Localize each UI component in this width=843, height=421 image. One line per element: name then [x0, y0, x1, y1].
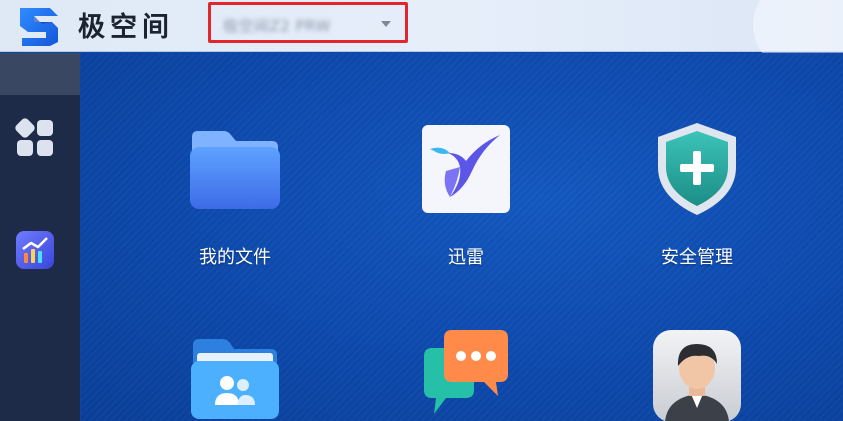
chat-bubbles-icon	[424, 330, 508, 414]
app-chat[interactable]	[381, 328, 551, 421]
folder-icon	[190, 131, 280, 209]
app-thunder[interactable]: 迅雷	[381, 123, 551, 273]
apps-grid-icon[interactable]	[14, 117, 56, 159]
desktop: 我的文件 迅雷 安全管理	[81, 53, 843, 421]
shield-plus-icon	[658, 123, 736, 215]
brand-logo-icon	[20, 8, 58, 46]
device-selector[interactable]: 极空间Z2 PRW	[208, 2, 408, 43]
device-name: 极空间Z2 PRW	[223, 17, 331, 35]
app-shared-folder[interactable]	[150, 335, 320, 421]
chevron-down-icon[interactable]	[381, 21, 391, 27]
top-bar: 极空间 极空间Z2 PRW	[0, 0, 843, 80]
sidebar-header	[0, 53, 80, 95]
shared-folder-icon	[191, 339, 279, 419]
app-label: 我的文件	[199, 247, 271, 268]
app-label: 安全管理	[661, 247, 733, 268]
app-label: 迅雷	[448, 247, 484, 268]
brand-name: 极空间	[78, 12, 174, 43]
app-my-files[interactable]: 我的文件	[150, 123, 320, 273]
thunder-bird-icon	[422, 125, 510, 213]
system-monitor-icon[interactable]	[14, 229, 56, 271]
app-security[interactable]: 安全管理	[612, 121, 782, 273]
sidebar	[0, 53, 80, 421]
user-avatar-icon	[653, 330, 741, 421]
app-user[interactable]	[612, 328, 782, 421]
